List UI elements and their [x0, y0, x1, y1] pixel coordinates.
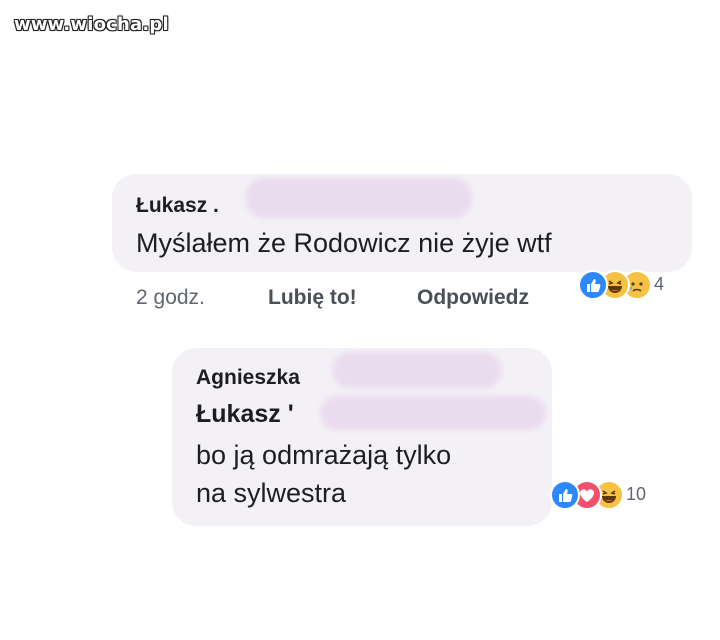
reaction-count: 4 [654, 274, 665, 294]
comment-text: Myślałem że Rodowicz nie żyje wtf [136, 228, 552, 258]
reply-button[interactable]: Odpowiedz [417, 286, 529, 310]
reply-mention[interactable]: Łukasz ' [196, 400, 294, 429]
reactions-summary[interactable]: 4 [578, 270, 688, 300]
reply-text-line-1: bo ją odmrażają tylko [196, 440, 452, 470]
like-icon [550, 480, 580, 510]
like-button[interactable]: Lubię to! [268, 286, 357, 310]
redacted-surname [320, 396, 546, 430]
comment-author[interactable]: Łukasz . [136, 194, 219, 218]
reply-author[interactable]: Agnieszka [196, 366, 300, 390]
like-icon [578, 270, 608, 300]
reactions-summary[interactable]: 10 [550, 480, 680, 510]
reply-text-line-2: na sylwestra [196, 478, 347, 508]
redacted-surname [332, 352, 502, 388]
watermark-logo: www.wiocha.pl [14, 14, 169, 35]
comment-timestamp[interactable]: 2 godz. [136, 286, 205, 310]
redacted-surname [246, 178, 472, 218]
reaction-count: 10 [626, 484, 647, 504]
